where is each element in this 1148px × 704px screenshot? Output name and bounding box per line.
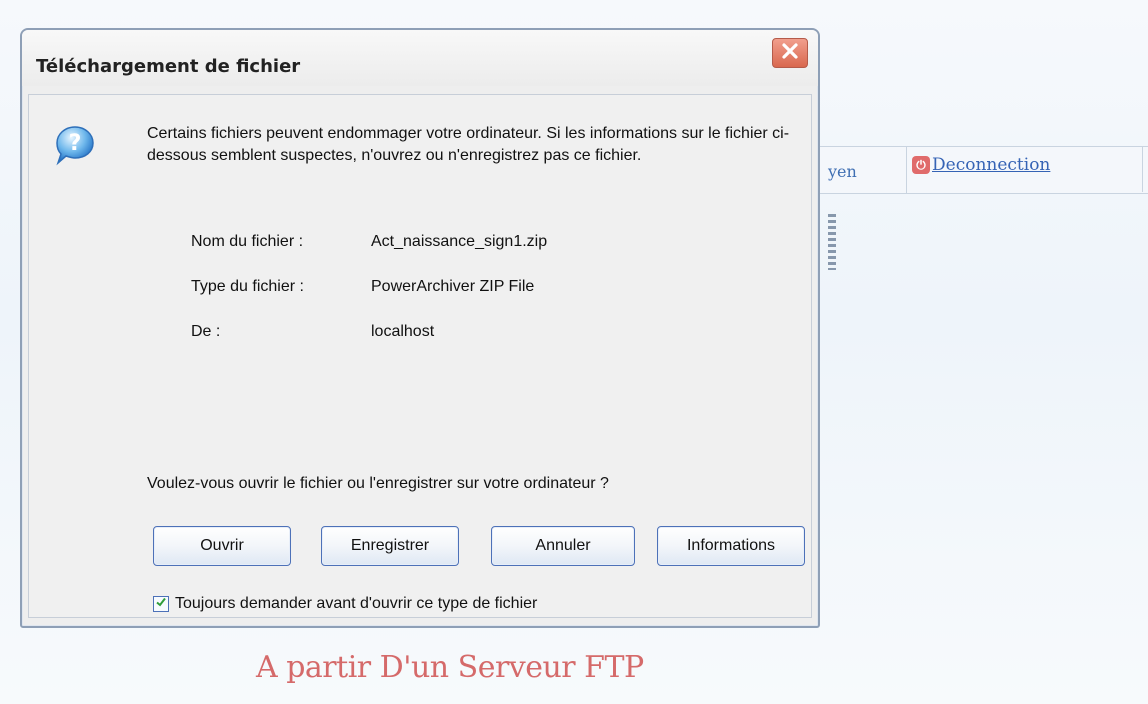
dialog-title: Téléchargement de fichier <box>36 56 301 77</box>
always-ask-checkbox[interactable] <box>153 596 169 612</box>
file-name-value: Act_naissance_sign1.zip <box>371 233 548 250</box>
dialog-button-row: Ouvrir Enregistrer Annuler Informations <box>153 526 805 566</box>
file-source-value: localhost <box>371 323 435 340</box>
always-ask-label: Toujours demander avant d'ouvrir ce type… <box>175 595 538 612</box>
nav-partial-link[interactable]: yen <box>828 162 857 181</box>
file-info-grid: Nom du fichier : Act_naissance_sign1.zip… <box>191 233 691 368</box>
page: yen ⏻ Deconnection A partir D'un Serveur… <box>0 0 1148 704</box>
file-type-label: Type du fichier : <box>191 278 304 295</box>
save-button[interactable]: Enregistrer <box>321 526 459 566</box>
deconnection-link-group[interactable]: ⏻ Deconnection <box>912 155 1050 175</box>
nav-right-border <box>1142 146 1143 192</box>
nav-separator <box>906 147 907 193</box>
open-button[interactable]: Ouvrir <box>153 526 291 566</box>
warning-message: Certains fichiers peuvent endommager vot… <box>147 125 790 164</box>
file-name-label: Nom du fichier : <box>191 233 304 250</box>
page-caption: A partir D'un Serveur FTP <box>256 650 644 685</box>
information-button[interactable]: Informations <box>657 526 805 566</box>
file-source-row: De : localhost <box>191 323 691 368</box>
cancel-button[interactable]: Annuler <box>491 526 635 566</box>
close-icon <box>781 42 799 65</box>
file-source-label: De : <box>191 323 221 340</box>
always-ask-checkbox-row[interactable]: Toujours demander avant d'ouvrir ce type… <box>153 595 537 613</box>
file-name-row: Nom du fichier : Act_naissance_sign1.zip <box>191 233 691 278</box>
file-type-row: Type du fichier : PowerArchiver ZIP File <box>191 278 691 323</box>
dialog-body: ? Certains fichiers peuvent endommager v… <box>28 94 812 618</box>
close-button[interactable] <box>772 38 808 68</box>
deconnection-link[interactable]: Deconnection <box>932 155 1050 175</box>
svg-text:?: ? <box>69 131 82 156</box>
power-icon: ⏻ <box>912 156 930 174</box>
file-download-dialog: Téléchargement de fichier ? Certains fic… <box>20 28 820 628</box>
checkmark-icon <box>155 595 167 613</box>
drag-handle-dots <box>828 214 836 270</box>
file-type-value: PowerArchiver ZIP File <box>371 278 535 295</box>
background-nav-bar: yen ⏻ Deconnection <box>820 146 1148 194</box>
dialog-titlebar[interactable]: Téléchargement de fichier <box>22 30 818 86</box>
question-icon: ? <box>53 123 97 167</box>
download-question: Voulez-vous ouvrir le fichier ou l'enreg… <box>147 475 609 492</box>
